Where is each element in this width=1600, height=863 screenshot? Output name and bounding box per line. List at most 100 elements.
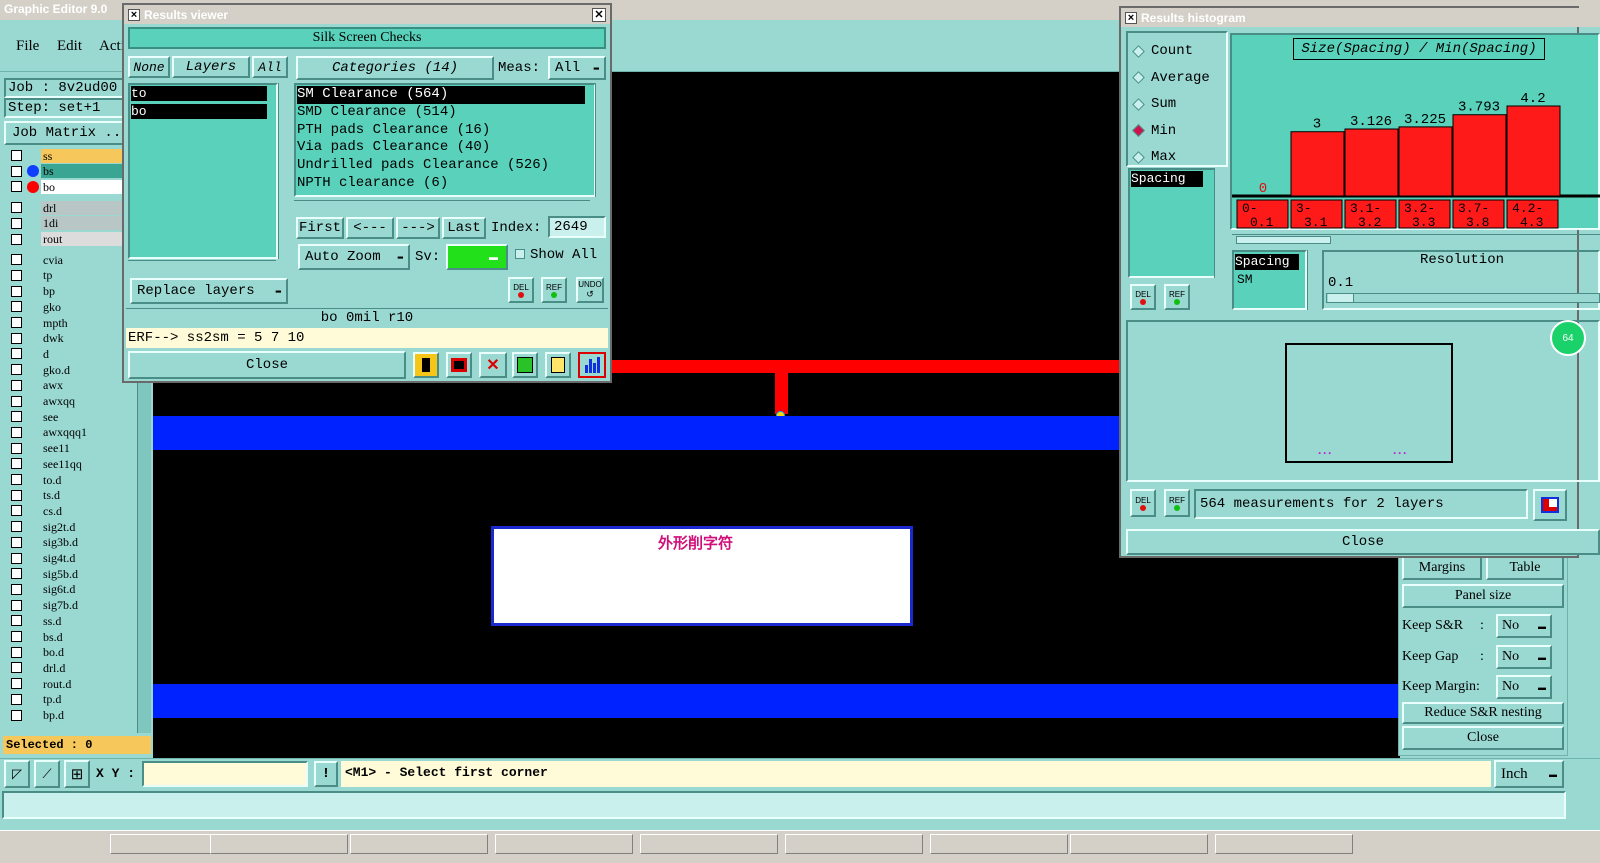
xy-input[interactable] (142, 761, 308, 787)
layer-checkbox[interactable] (11, 364, 22, 376)
layer-row[interactable]: d (8, 346, 122, 361)
badge-circle[interactable]: 64 (1550, 320, 1586, 356)
keep-margin-dropdown[interactable]: No ▬ (1496, 675, 1552, 699)
layer-checkbox[interactable] (11, 202, 22, 214)
layer-checkbox[interactable] (11, 458, 22, 470)
table-button[interactable]: Table (1486, 556, 1564, 580)
layer-row[interactable]: sig3b.d (8, 535, 122, 550)
layer-checkbox[interactable] (11, 395, 22, 407)
index-input[interactable]: 2649 (548, 216, 606, 238)
layer-row[interactable]: sig6t.d (8, 582, 122, 597)
layer-row[interactable]: awx (8, 378, 122, 393)
delete-button[interactable]: DEL (508, 277, 534, 303)
layer-row[interactable]: bo.d (8, 645, 122, 660)
taskbar-button[interactable] (495, 834, 633, 854)
layer-select-item[interactable]: Spacing (1131, 171, 1203, 187)
sv-color-dropdown[interactable]: ▬ (446, 244, 508, 270)
taskbar-button[interactable] (640, 834, 778, 854)
layer-row[interactable]: sig2t.d (8, 519, 122, 534)
highlight-icon[interactable] (413, 352, 439, 378)
show-all-checkbox[interactable] (515, 249, 525, 259)
measure-list-item[interactable]: SM (1237, 272, 1253, 287)
mode-radio[interactable]: Max (1132, 144, 1224, 171)
layer-checkbox[interactable] (11, 269, 22, 281)
menu-edit[interactable]: Edit (57, 38, 82, 55)
grid-icon[interactable]: ⊞ (64, 760, 90, 788)
layer-checkbox[interactable] (11, 678, 22, 690)
layer-checkbox[interactable] (11, 631, 22, 642)
layer-row[interactable]: sig5b.d (8, 566, 122, 581)
layers-none-button[interactable]: None (128, 56, 170, 78)
close-icon[interactable]: ✕ (592, 7, 606, 22)
layer-checkbox[interactable] (11, 165, 22, 177)
category-item[interactable]: SM Clearance (564) (297, 86, 585, 104)
layers-button[interactable]: Layers (172, 56, 250, 78)
report-icon[interactable] (545, 352, 571, 378)
reference-button[interactable]: REF (541, 277, 567, 303)
mode-radio[interactable]: Average (1132, 65, 1224, 92)
category-item[interactable]: Undrilled pads Clearance (526) (297, 157, 589, 175)
results-viewer-close-button[interactable]: Close (128, 351, 406, 379)
preview-delete-button[interactable]: DEL (1130, 489, 1156, 517)
category-item[interactable]: Via pads Clearance (40) (297, 139, 589, 157)
keep-sr-dropdown[interactable]: No ▬ (1496, 614, 1552, 638)
layer-row[interactable]: bp.d (8, 708, 122, 723)
layer-checkbox[interactable] (11, 285, 22, 297)
category-hscroll[interactable] (294, 200, 590, 212)
info-button[interactable]: ! (314, 761, 338, 787)
layer-checkbox[interactable] (11, 709, 22, 721)
layer-checkbox[interactable] (11, 411, 22, 423)
panel-close-button[interactable]: Close (1402, 726, 1564, 750)
resolution-slider-thumb[interactable] (1328, 294, 1354, 302)
histogram-icon[interactable] (578, 352, 606, 378)
menu-file[interactable]: File (16, 38, 39, 55)
layer-checkbox[interactable] (11, 615, 22, 627)
layer-checkbox[interactable] (11, 489, 22, 501)
layer-row[interactable]: see11qq (8, 456, 122, 471)
histogram-delete-button[interactable]: DEL (1130, 284, 1156, 310)
layer-checkbox[interactable] (11, 662, 22, 674)
reduce-sr-nesting-button[interactable]: Reduce S&R nesting (1402, 702, 1564, 724)
histogram-titlebar[interactable]: × Results histogram (1121, 8, 1600, 27)
layer-row[interactable]: bs.d (8, 629, 122, 644)
layer-checkbox[interactable] (11, 379, 22, 391)
layer-row[interactable]: cs.d (8, 503, 122, 518)
taskbar-button[interactable] (930, 834, 1068, 854)
units-dropdown[interactable]: Inch ▬ (1494, 760, 1564, 788)
layer-row[interactable]: sig7b.d (8, 598, 122, 613)
menu-action[interactable]: Acti (99, 38, 125, 55)
measure-list-scroll[interactable] (1307, 250, 1319, 310)
measure-icon[interactable]: ⟋ (34, 760, 60, 788)
layer-checkbox[interactable] (11, 217, 22, 229)
rv-layer-item[interactable]: to (131, 86, 267, 101)
film-icon[interactable] (446, 352, 472, 378)
layer-row[interactable]: ts.d (8, 488, 122, 503)
prev-button[interactable]: <--- (346, 217, 394, 239)
margins-button[interactable]: Margins (1402, 556, 1482, 580)
export-histogram-button[interactable] (1533, 489, 1567, 521)
layer-checkbox[interactable] (11, 254, 22, 266)
taskbar-button[interactable] (1215, 834, 1353, 854)
categories-button[interactable]: Categories (14) (296, 56, 494, 80)
layer-checkbox[interactable] (11, 646, 22, 658)
rv-layer-hscroll[interactable] (128, 260, 276, 272)
layer-checkbox[interactable] (11, 442, 22, 454)
rv-layer-vscroll[interactable] (278, 83, 290, 259)
keep-gap-dropdown[interactable]: No ▬ (1496, 645, 1552, 669)
next-button[interactable]: ---> (396, 217, 440, 239)
layer-row[interactable]: gko (8, 299, 122, 314)
layer-checkbox[interactable] (11, 693, 22, 705)
replace-layers-dropdown[interactable]: Replace layers ▬ (130, 278, 288, 304)
layer-row[interactable]: gko.d (8, 362, 122, 377)
preview-reference-button[interactable]: REF (1164, 489, 1190, 517)
undo-button[interactable]: UNDO ↺ (576, 277, 604, 303)
job-matrix-button[interactable]: Job Matrix ... (4, 121, 126, 145)
mode-radio[interactable]: Sum (1132, 91, 1224, 118)
layer-checkbox[interactable] (11, 426, 22, 438)
export-icon[interactable] (512, 352, 538, 378)
layer-checkbox[interactable] (11, 583, 22, 595)
layer-checkbox[interactable] (11, 536, 22, 548)
layer-checkbox[interactable] (11, 332, 22, 344)
layer-row[interactable]: see (8, 409, 122, 424)
taskbar-button[interactable] (785, 834, 923, 854)
